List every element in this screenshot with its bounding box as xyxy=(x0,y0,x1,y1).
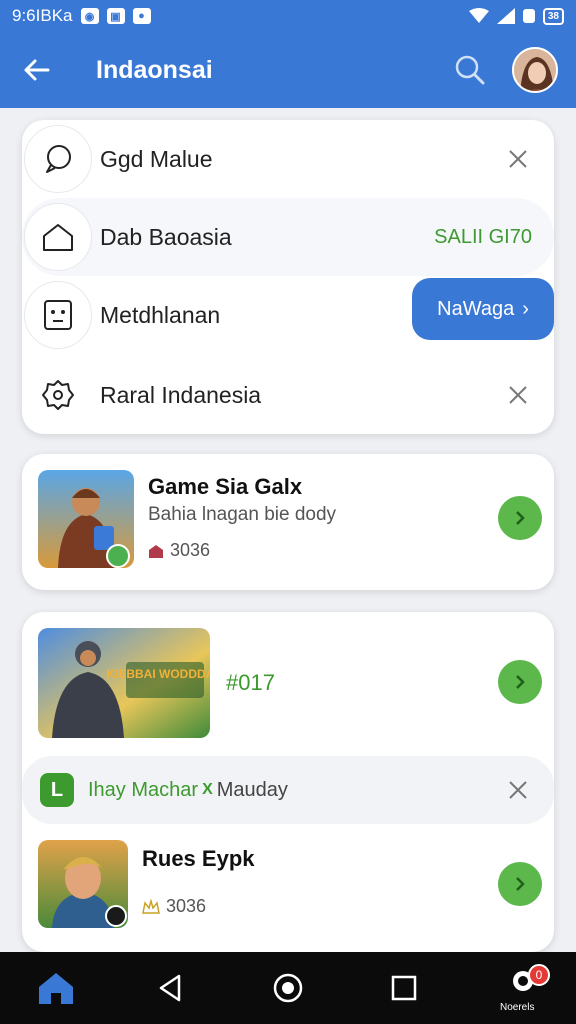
nav-caption: Noerels xyxy=(500,1002,535,1013)
promo-banner[interactable]: L Ihay Machar X Mauday xyxy=(22,756,554,824)
chevron-right-icon xyxy=(516,675,525,689)
promo-separator: X xyxy=(202,781,213,798)
message-icon: ● xyxy=(132,8,151,24)
search-icon xyxy=(455,55,485,85)
menu-value-2: SALII GI70 xyxy=(434,225,532,248)
open-game-button-2[interactable] xyxy=(498,660,542,704)
close-icon xyxy=(509,386,527,404)
close-icon xyxy=(509,150,527,168)
chevron-right-icon xyxy=(516,511,525,525)
game-title-3: Rues Eypk xyxy=(142,846,255,871)
back-triangle-icon xyxy=(159,974,181,1002)
game-subtitle-1: Bahia lnagan bie dody xyxy=(148,504,337,525)
navigate-button[interactable]: NaWaga › xyxy=(412,278,554,340)
menu-label-4: Raral Indanesia xyxy=(100,381,262,408)
robot-icon-wrap xyxy=(24,281,92,349)
device-icon xyxy=(44,300,72,330)
promo-close-button[interactable] xyxy=(504,776,532,804)
close-button-1[interactable] xyxy=(504,145,532,173)
banner-text: KIEBBAI WODDDAO xyxy=(106,667,210,681)
square-icon xyxy=(391,975,417,1001)
chevron-right-icon: › xyxy=(522,297,529,320)
nav-recents[interactable] xyxy=(384,970,424,1006)
open-game-button-3[interactable] xyxy=(498,862,542,906)
sim-icon xyxy=(522,9,535,23)
store-icon xyxy=(149,544,163,558)
user-portrait-icon xyxy=(514,49,556,91)
game-thumbnail-1 xyxy=(38,470,134,568)
game-meta-1: 3036 xyxy=(148,540,210,561)
menu-row-3[interactable]: Metdhlanan NaWaga › xyxy=(22,276,554,354)
menu-row-2[interactable]: Dab Baoasia SALII GI70 xyxy=(22,198,554,276)
soldier-banner-icon: KIEBBAI WODDDAO xyxy=(38,628,210,738)
menu-row-4[interactable]: Raral Indanesia xyxy=(22,356,554,434)
chat-icon-wrap xyxy=(24,125,92,193)
close-icon xyxy=(509,781,527,799)
arrow-left-icon xyxy=(24,59,50,81)
menu-card: Ggd Malue Dab Baoasia SALII GI70 Metdhla… xyxy=(22,120,554,434)
signal-icon xyxy=(496,8,515,24)
hero-portrait-icon xyxy=(38,840,128,928)
nav-home[interactable] xyxy=(34,968,78,1008)
game-code-2: #017 xyxy=(226,670,275,695)
back-button[interactable] xyxy=(18,52,54,88)
game-count-1: 3036 xyxy=(170,540,211,560)
battery-icon: 38 xyxy=(542,7,564,25)
promo-text-2: Mauday xyxy=(216,778,288,801)
open-game-button-1[interactable] xyxy=(498,496,542,540)
game-banner-2: KIEBBAI WODDDAO xyxy=(38,628,210,738)
house-icon xyxy=(43,224,73,251)
status-time: 9:6IBKa xyxy=(12,6,73,25)
search-button[interactable] xyxy=(450,50,490,90)
game-count-3: 3036 xyxy=(166,896,207,916)
gear-icon xyxy=(42,380,74,410)
home-icon xyxy=(39,973,73,1004)
notification-badge: 0 xyxy=(528,964,550,986)
chat-bubble-icon xyxy=(46,145,71,173)
app-bar: Indaonsai xyxy=(0,32,576,108)
nav-home-circle[interactable] xyxy=(266,968,310,1008)
nav-back[interactable] xyxy=(150,970,190,1006)
settings-icon-wrap xyxy=(24,361,92,429)
nav-notifications[interactable]: 0 Noerels xyxy=(496,962,556,1018)
page-title: Indaonsai xyxy=(96,55,213,84)
notification-icon: ◉ xyxy=(80,8,99,24)
home-icon-wrap xyxy=(24,203,92,271)
navigate-button-label: NaWaga xyxy=(437,297,515,320)
bottom-nav: 0 Noerels xyxy=(0,952,576,1024)
promo-text-1: Ihay Machar xyxy=(88,778,199,801)
chevron-right-icon xyxy=(516,877,525,891)
close-button-4[interactable] xyxy=(504,381,532,409)
status-bar: 9:6IBKa ◉ ▣ ● 38 xyxy=(0,0,576,32)
crown-icon xyxy=(142,898,160,914)
promo-logo-icon: L xyxy=(40,773,74,807)
game-thumbnail-3 xyxy=(38,840,128,928)
game-title-1: Game Sia Galx xyxy=(148,474,303,499)
menu-label-3: Metdhlanan xyxy=(100,301,221,328)
game-meta-3: 3036 xyxy=(142,896,206,917)
menu-label-2: Dab Baoasia xyxy=(100,223,232,250)
wifi-icon xyxy=(468,8,489,23)
app-notification-icon: ▣ xyxy=(106,8,125,24)
game-card-1[interactable]: Game Sia Galx Bahia lnagan bie dody 3036 xyxy=(22,454,554,590)
menu-row-1[interactable]: Ggd Malue xyxy=(22,120,554,198)
home-circle-icon xyxy=(273,973,303,1003)
menu-label-1: Ggd Malue xyxy=(100,145,213,172)
avatar[interactable] xyxy=(512,47,558,93)
warrior-art-icon xyxy=(38,470,134,568)
